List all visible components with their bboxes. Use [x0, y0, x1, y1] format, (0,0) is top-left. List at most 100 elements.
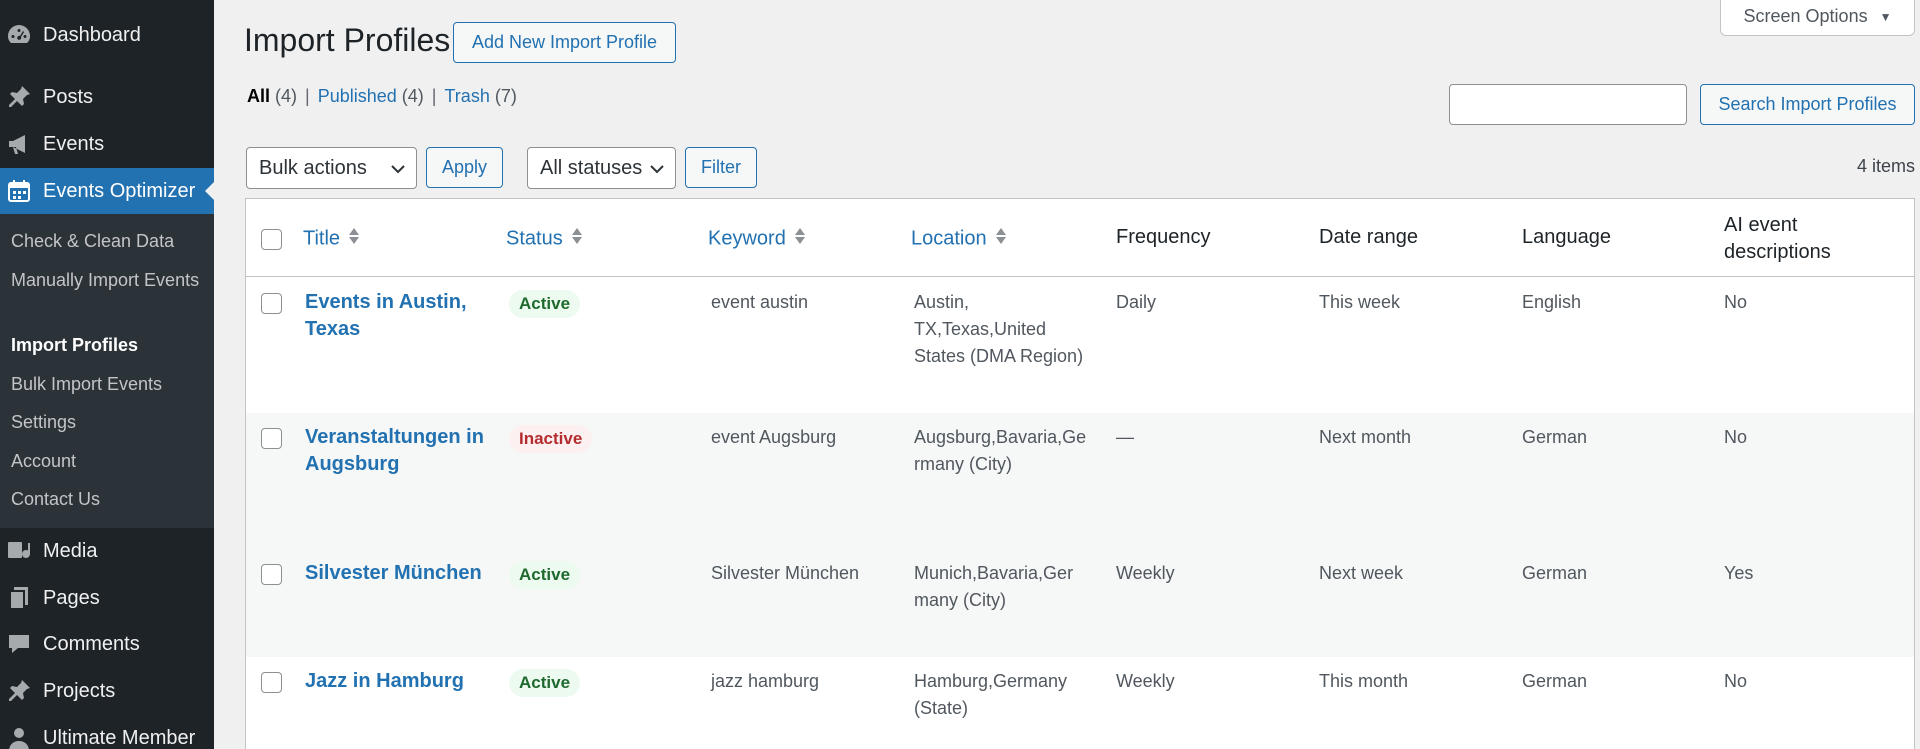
row-title-link[interactable]: Jazz in Hamburg: [305, 668, 505, 695]
row-ai-descriptions: No: [1724, 292, 1748, 312]
row-date-range: Next week: [1319, 563, 1404, 583]
submenu-bulk-import-events[interactable]: Bulk Import Events: [11, 371, 201, 398]
status-filter-value: All statuses: [540, 156, 643, 179]
submenu-check-clean-data[interactable]: Check & Clean Data: [11, 228, 201, 255]
submenu-import-profiles[interactable]: Import Profiles: [11, 332, 201, 359]
table-row: Silvester München Active Silvester Münch…: [246, 549, 1914, 657]
row-location: Augsburg,Bavaria,Ge rmany (City): [914, 427, 1087, 474]
column-language: Language: [1522, 226, 1611, 248]
add-new-import-profile-button[interactable]: Add New Import Profile: [453, 22, 676, 63]
select-all-checkbox[interactable]: [261, 229, 282, 250]
admin-sidebar: Dashboard Posts Events Events Optimizer …: [0, 0, 214, 749]
submenu-manually-import-events[interactable]: Manually Import Events: [11, 267, 201, 294]
menu-label: Posts: [43, 85, 94, 108]
view-published[interactable]: Published (4): [318, 86, 424, 107]
column-ai-descriptions: AI event descriptions: [1724, 214, 1831, 263]
megaphone-icon: [5, 130, 33, 158]
row-date-range: Next month: [1319, 427, 1412, 447]
row-ai-descriptions: No: [1724, 671, 1748, 691]
search-import-profiles-button[interactable]: Search Import Profiles: [1700, 84, 1915, 125]
sort-icon: [348, 226, 360, 252]
submenu-account[interactable]: Account: [11, 448, 201, 475]
row-keyword: event austin: [711, 292, 809, 312]
import-profiles-table: Title Status Keyword Location Frequency …: [245, 198, 1915, 749]
menu-label: Ultimate Member: [43, 726, 196, 749]
column-date-range: Date range: [1319, 226, 1418, 248]
view-trash[interactable]: Trash (7): [444, 86, 516, 107]
table-row: Events in Austin, Texas Active event aust…: [246, 278, 1914, 413]
menu-label: Pages: [43, 586, 100, 609]
screen-options-label: Screen Options: [1743, 6, 1868, 26]
row-checkbox[interactable]: [261, 564, 282, 585]
row-language: English: [1522, 292, 1582, 312]
bulk-actions-value: Bulk actions: [259, 156, 367, 179]
pages-icon: [5, 584, 33, 612]
table-header: Title Status Keyword Location Frequency …: [246, 199, 1914, 277]
bulk-actions-select[interactable]: Bulk actions: [246, 147, 417, 189]
row-checkbox[interactable]: [261, 293, 282, 314]
menu-item-events[interactable]: Events: [0, 121, 214, 167]
page-title: Import Profiles: [244, 22, 451, 58]
menu-item-media[interactable]: Media: [0, 528, 214, 574]
comment-icon: [5, 630, 33, 658]
chevron-down-icon: [649, 160, 665, 183]
menu-item-posts[interactable]: Posts: [0, 74, 214, 120]
status-filter-select[interactable]: All statuses: [527, 147, 676, 189]
column-status[interactable]: Status: [506, 226, 583, 252]
screen-options-button[interactable]: Screen Options ▼: [1720, 0, 1915, 36]
row-checkbox[interactable]: [261, 428, 282, 449]
row-frequency: Weekly: [1116, 671, 1175, 691]
row-language: German: [1522, 563, 1588, 583]
column-location[interactable]: Location: [911, 226, 1007, 252]
items-count: 4 items: [1856, 156, 1915, 176]
sort-icon: [794, 226, 806, 252]
status-badge: Active: [509, 561, 581, 589]
status-badge: Inactive: [509, 425, 593, 453]
row-keyword: Silvester München: [711, 563, 860, 583]
row-date-range: This month: [1319, 671, 1409, 691]
menu-label: Comments: [43, 632, 140, 655]
pin-icon: [5, 677, 33, 705]
menu-label: Events: [43, 132, 105, 155]
row-keyword: event Augsburg: [711, 427, 837, 447]
row-frequency: —: [1116, 427, 1134, 447]
row-title-link[interactable]: Events in Austin, Texas: [305, 289, 505, 343]
menu-item-projects[interactable]: Projects: [0, 668, 214, 714]
status-views: All (4) | Published (4) | Trash (7): [247, 86, 517, 107]
row-ai-descriptions: No: [1724, 427, 1748, 447]
menu-label: Projects: [43, 679, 116, 702]
row-checkbox[interactable]: [261, 672, 282, 693]
row-language: German: [1522, 671, 1588, 691]
menu-item-dashboard[interactable]: Dashboard: [0, 12, 214, 58]
events-optimizer-submenu: Check & Clean Data Manually Import Event…: [0, 214, 214, 528]
row-location: Hamburg,Germany (State): [914, 671, 1068, 718]
search-input[interactable]: [1449, 84, 1687, 125]
column-keyword[interactable]: Keyword: [708, 226, 806, 252]
menu-item-pages[interactable]: Pages: [0, 575, 214, 621]
menu-item-events-optimizer[interactable]: Events Optimizer: [0, 168, 214, 214]
row-title-link[interactable]: Silvester München: [305, 560, 505, 587]
row-location: Austin, TX,Texas,United States (DMA Region…: [914, 292, 1084, 366]
row-language: German: [1522, 427, 1588, 447]
row-keyword: jazz hamburg: [711, 671, 820, 691]
filter-button[interactable]: Filter: [685, 147, 757, 188]
sort-icon: [571, 226, 583, 252]
user-icon: [5, 724, 33, 749]
row-frequency: Weekly: [1116, 563, 1175, 583]
status-badge: Active: [509, 290, 581, 318]
calendar-icon: [5, 177, 33, 205]
row-ai-descriptions: Yes: [1724, 563, 1754, 583]
menu-item-comments[interactable]: Comments: [0, 621, 214, 667]
menu-item-ultimate-member[interactable]: Ultimate Member: [0, 715, 214, 749]
row-date-range: This week: [1319, 292, 1401, 312]
row-title-link[interactable]: Veranstaltungen in Augsburg: [305, 424, 505, 478]
submenu-contact-us[interactable]: Contact Us: [11, 486, 201, 513]
sort-icon: [995, 226, 1007, 252]
column-title[interactable]: Title: [303, 226, 360, 252]
submenu-settings[interactable]: Settings: [11, 409, 201, 436]
media-icon: [5, 537, 33, 565]
view-all[interactable]: All (4): [247, 86, 297, 107]
apply-button[interactable]: Apply: [426, 147, 503, 188]
row-location: Munich,Bavaria,Ger many (City): [914, 563, 1074, 610]
row-frequency: Daily: [1116, 292, 1157, 312]
